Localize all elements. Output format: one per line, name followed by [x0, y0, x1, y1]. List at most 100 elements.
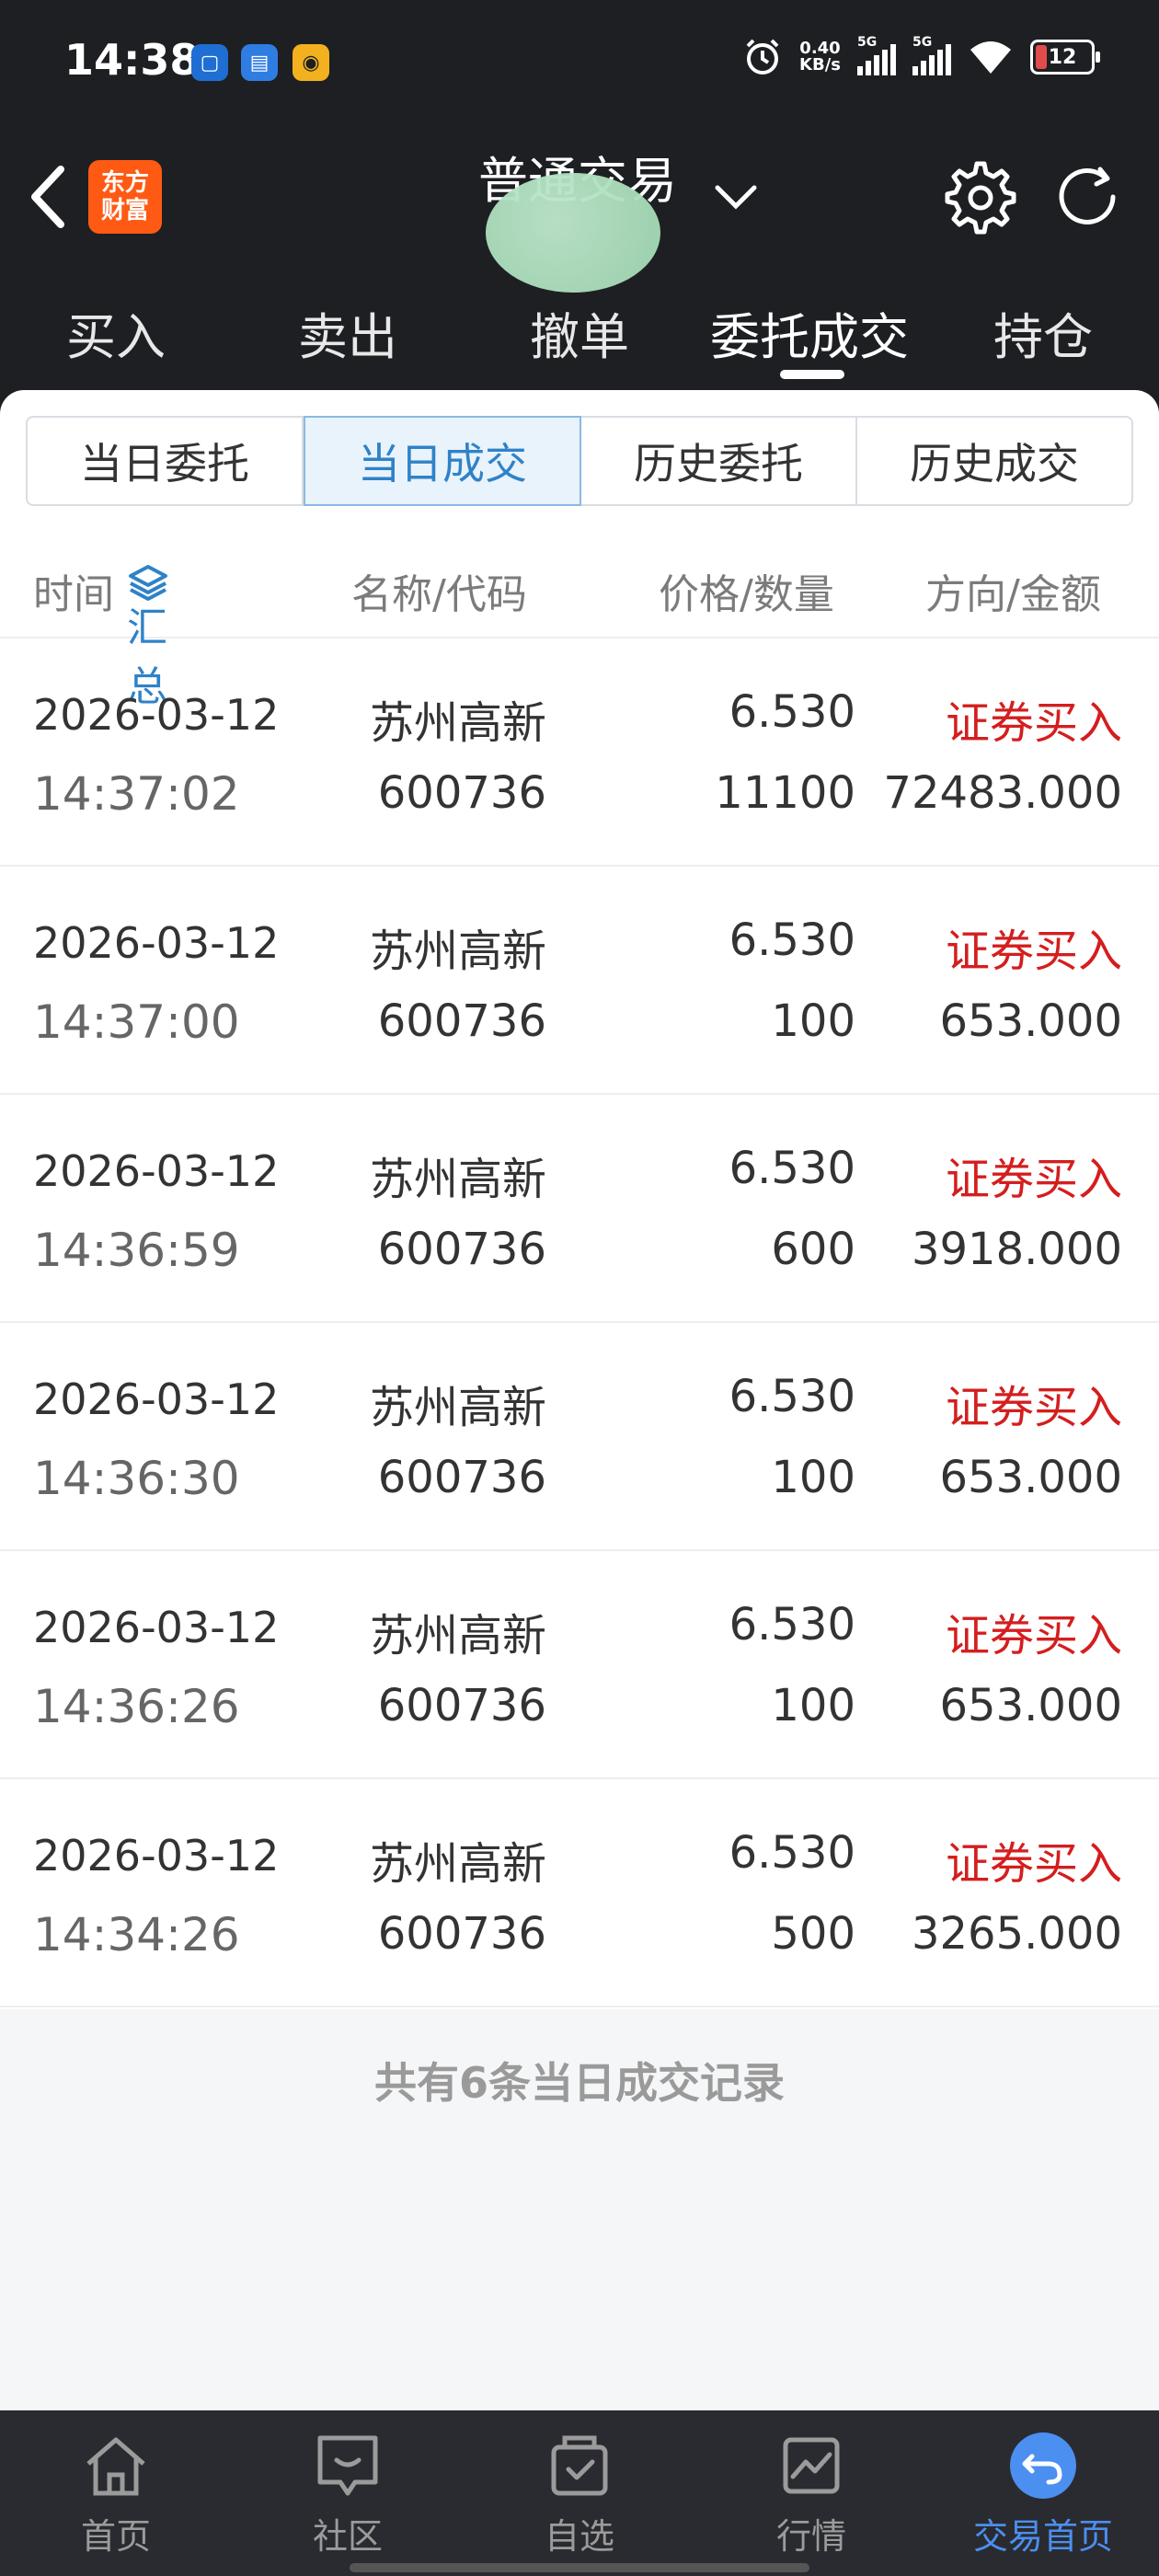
trade-date: 2026-03-12: [33, 918, 280, 968]
refresh-icon[interactable]: [1047, 156, 1128, 237]
stock-code: 600736: [377, 1452, 546, 1503]
wifi-icon: [970, 41, 1011, 74]
eastmoney-logo: 东方 财富: [88, 160, 162, 234]
table-header: 时间 汇总 名称/代码 价格/数量 方向/金额: [0, 528, 1159, 710]
trade-list: 2026-03-12 14:37:02 苏州高新 600736 6.530 11…: [0, 638, 1159, 2007]
tab-orders-trades[interactable]: 委托成交: [710, 296, 909, 369]
stock-name: 苏州高新: [369, 926, 546, 977]
alarm-icon: [746, 39, 779, 75]
trade-date: 2026-03-12: [33, 1146, 280, 1196]
net-speed: 0.40 KB/s: [799, 39, 841, 75]
stock-code: 600736: [377, 1680, 546, 1731]
list-footer: 共有6条当日成交记录: [0, 2009, 1159, 2410]
trade-time: 14:37:00: [33, 995, 240, 1049]
nav-trade-home[interactable]: 交易首页: [960, 2429, 1126, 2559]
stock-code: 600736: [377, 1224, 546, 1275]
nav-market[interactable]: 行情: [729, 2429, 894, 2559]
clock: 14:38: [64, 35, 200, 85]
stock-name: 苏州高新: [369, 1154, 546, 1205]
trade-amount: 3265.000: [911, 1908, 1122, 1960]
col-time: 时间: [33, 571, 114, 618]
table-row[interactable]: 2026-03-12 14:36:59 苏州高新 600736 6.530 60…: [0, 1095, 1159, 1323]
tab-sell[interactable]: 卖出: [298, 296, 397, 369]
trade-time: 14:36:59: [33, 1224, 240, 1277]
trade-amount: 3918.000: [911, 1224, 1122, 1275]
return-circle-icon: [1010, 2432, 1076, 2499]
message-app-icon: ▤: [241, 44, 278, 81]
trade-price: 6.530: [729, 1599, 855, 1650]
tab-buy[interactable]: 买入: [66, 296, 166, 369]
trade-qty: 100: [771, 1680, 855, 1731]
signal-icon: 5G: [857, 35, 896, 75]
stock-name: 苏州高新: [369, 697, 546, 749]
summary-button[interactable]: 汇总: [127, 561, 169, 710]
bottom-nav: 首页 社区 自选 行情 交易首页: [0, 2410, 1159, 2576]
trade-price: 6.530: [729, 1143, 855, 1194]
stock-code: 600736: [377, 995, 546, 1047]
subtab-history-trades[interactable]: 历史成交: [857, 418, 1131, 504]
trade-direction: 证券买入: [945, 697, 1122, 749]
trade-amount: 72483.000: [883, 767, 1122, 819]
trade-date: 2026-03-12: [33, 1603, 280, 1652]
trade-date: 2026-03-12: [33, 1831, 280, 1880]
tab-cancel[interactable]: 撤单: [530, 296, 629, 369]
table-row[interactable]: 2026-03-12 14:34:26 苏州高新 600736 6.530 50…: [0, 1779, 1159, 2007]
home-icon: [86, 2437, 145, 2496]
trade-qty: 100: [771, 995, 855, 1047]
stock-name: 苏州高新: [369, 1382, 546, 1433]
col-dir-amount: 方向/金额: [925, 571, 1101, 618]
back-arrow-icon[interactable]: [20, 160, 75, 234]
coin-app-icon: ◉: [293, 44, 329, 81]
trade-qty: 11100: [715, 767, 855, 819]
trade-price: 6.530: [729, 686, 855, 738]
status-bar: 14:38 ▢ ▤ ◉ 0.40 KB/s 5G 5G 12: [0, 0, 1159, 129]
trade-amount: 653.000: [939, 995, 1123, 1047]
signal-icon: 5G: [912, 35, 951, 75]
stock-name: 苏州高新: [369, 1610, 546, 1662]
gear-icon[interactable]: [936, 156, 1017, 237]
trade-price: 6.530: [729, 1371, 855, 1422]
trade-qty: 600: [771, 1224, 855, 1275]
trade-direction: 证券买入: [945, 1838, 1122, 1890]
app-header: 东方 财富 普通交易: [0, 129, 1159, 293]
nav-watchlist[interactable]: 自选: [497, 2429, 662, 2559]
stock-name: 苏州高新: [369, 1838, 546, 1890]
nav-community[interactable]: 社区: [265, 2429, 430, 2559]
chat-icon: [317, 2435, 378, 2496]
stock-code: 600736: [377, 1908, 546, 1960]
trade-price: 6.530: [729, 914, 855, 966]
trade-amount: 653.000: [939, 1680, 1123, 1731]
notification-app-icon: ▢: [191, 44, 228, 81]
col-price-qty: 价格/数量: [659, 571, 834, 618]
nav-home[interactable]: 首页: [33, 2429, 199, 2559]
tab-positions[interactable]: 持仓: [993, 296, 1093, 369]
trade-direction: 证券买入: [945, 1154, 1122, 1205]
trade-price: 6.530: [729, 1827, 855, 1879]
trade-time: 14:34:26: [33, 1908, 240, 1961]
subtab-history-orders[interactable]: 历史委托: [581, 418, 857, 504]
table-row[interactable]: 2026-03-12 14:36:26 苏州高新 600736 6.530 10…: [0, 1551, 1159, 1779]
stock-code: 600736: [377, 767, 546, 819]
chevron-down-icon[interactable]: [708, 175, 763, 221]
content-card: 当日委托 当日成交 历史委托 历史成交 时间 汇总 名称/代码 价格/数量 方向…: [0, 390, 1159, 2410]
trade-direction: 证券买入: [945, 1382, 1122, 1433]
subtab-today-orders[interactable]: 当日委托: [28, 418, 304, 504]
trade-direction: 证券买入: [945, 1610, 1122, 1662]
table-row[interactable]: 2026-03-12 14:37:02 苏州高新 600736 6.530 11…: [0, 638, 1159, 867]
home-indicator[interactable]: [350, 2563, 809, 2572]
trade-date: 2026-03-12: [33, 1374, 280, 1424]
trade-direction: 证券买入: [945, 926, 1122, 977]
trade-tabs: 买入 卖出 撤单 委托成交 持仓: [0, 276, 1159, 386]
status-icons: 0.40 KB/s 5G 5G 12: [742, 35, 1100, 77]
table-row[interactable]: 2026-03-12 14:36:30 苏州高新 600736 6.530 10…: [0, 1323, 1159, 1551]
subtab-today-trades[interactable]: 当日成交: [304, 416, 581, 506]
active-tab-indicator: [780, 370, 844, 379]
battery-icon: 12: [1030, 40, 1100, 75]
trade-time: 14:37:02: [33, 767, 240, 821]
trade-amount: 653.000: [939, 1452, 1123, 1503]
col-name-code: 名称/代码: [351, 571, 527, 618]
sub-tabs: 当日委托 当日成交 历史委托 历史成交: [26, 416, 1133, 506]
table-row[interactable]: 2026-03-12 14:37:00 苏州高新 600736 6.530 10…: [0, 867, 1159, 1095]
trade-date: 2026-03-12: [33, 690, 280, 740]
record-count: 共有6条当日成交记录: [373, 2058, 785, 2108]
